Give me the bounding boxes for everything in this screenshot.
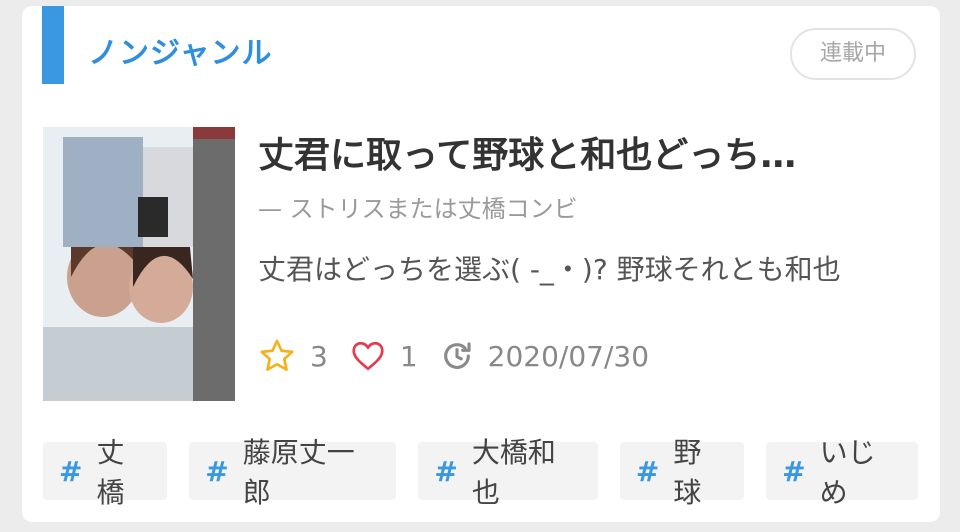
status-badge: 連載中 xyxy=(790,28,916,80)
tag-chip[interactable]: # 野球 xyxy=(619,436,745,509)
hash-icon: # xyxy=(205,454,229,488)
stars-stat: 3 xyxy=(258,337,328,375)
tag-label: 藤原丈一郎 xyxy=(242,436,355,509)
likes-count: 1 xyxy=(399,339,418,373)
thumbnail-image xyxy=(43,127,235,401)
updated-date: 2020/07/30 xyxy=(487,339,650,373)
hash-icon: # xyxy=(782,454,806,488)
updated-stat: 2020/07/30 xyxy=(440,339,649,373)
tag-label: いじめ xyxy=(819,436,876,509)
story-stats: 3 1 2020/07/30 xyxy=(258,334,649,378)
story-author: — ストリスまたは丈橋コンビ xyxy=(258,195,578,223)
tag-label: 大橋和也 xyxy=(471,436,556,509)
heart-icon xyxy=(352,341,384,371)
story-description: 丈君はどっちを選ぶ( -_・)? 野球それとも和也 xyxy=(258,253,841,286)
story-thumbnail[interactable] xyxy=(43,127,235,401)
star-icon xyxy=(260,339,294,371)
tag-chip[interactable]: # いじめ xyxy=(766,436,918,509)
hash-icon: # xyxy=(635,454,660,488)
genre-accent-bar xyxy=(42,6,64,84)
story-title[interactable]: 丈君に取って野球と和也どっち… xyxy=(258,130,898,182)
history-icon xyxy=(443,342,471,369)
likes-stat: 1 xyxy=(350,338,418,374)
tag-list: # 丈橋 # 藤原丈一郎 # 大橋和也 # 野球 # いじめ xyxy=(43,436,940,509)
tag-chip[interactable]: # 藤原丈一郎 xyxy=(189,436,397,509)
tag-label: 野球 xyxy=(673,436,702,509)
tag-label: 丈橋 xyxy=(96,436,125,509)
hash-icon: # xyxy=(434,454,458,488)
tag-chip[interactable]: # 大橋和也 xyxy=(418,436,598,509)
story-card[interactable]: ノンジャンル 連載中 丈君に取って野球と和也どっち… — ストリスまたは丈橋コン… xyxy=(22,6,940,522)
hash-icon: # xyxy=(59,454,83,488)
stars-count: 3 xyxy=(310,339,328,373)
tag-chip[interactable]: # 丈橋 xyxy=(43,436,168,509)
genre-label: ノンジャンル xyxy=(88,36,273,71)
